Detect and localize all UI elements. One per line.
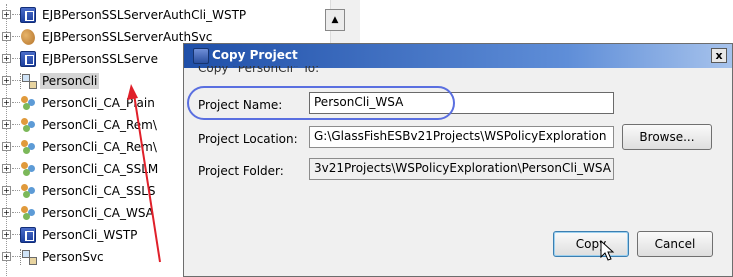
project-location-input[interactable]: G:\GlassFishESBv21Projects\WSPolicyExplo… [309, 126, 614, 148]
expand-icon[interactable]: + [2, 230, 11, 239]
expand-icon[interactable]: + [2, 32, 11, 41]
project-folder-field: 3v21Projects\WSPolicyExploration\PersonC… [309, 158, 614, 180]
web-app-icon [20, 249, 37, 265]
tree-item-label: PersonSvc [42, 250, 104, 264]
project-folder-label: Project Folder: [198, 164, 284, 178]
tree-connector [12, 124, 20, 125]
cancel-button[interactable]: Cancel [637, 231, 713, 257]
tree-connector [12, 146, 20, 147]
tree-connector [12, 58, 20, 59]
expand-icon[interactable]: + [2, 98, 11, 107]
tree-item-label: PersonCli_CA_Plain [42, 96, 155, 110]
expand-icon[interactable]: + [2, 164, 11, 173]
tree-connector [12, 190, 20, 191]
browse-button[interactable]: Browse... [622, 124, 712, 150]
tree-item-label: EJBPersonSSLServe [42, 52, 159, 66]
expand-icon[interactable]: + [2, 54, 11, 63]
composite-app-icon [20, 95, 36, 111]
copy-project-dialog: Copy Project x Copy "PersonCli" To: Proj… [183, 43, 733, 277]
composite-app-icon [20, 117, 36, 133]
tree-connector [12, 168, 20, 169]
web-app-icon [20, 73, 37, 89]
ejb-bean-icon [18, 27, 38, 47]
expand-icon[interactable]: + [2, 186, 11, 195]
tree-connector [12, 36, 20, 37]
scroll-up-icon[interactable]: ▲ [325, 9, 345, 31]
copy-button[interactable]: Copy [553, 231, 629, 257]
dialog-titlebar[interactable]: Copy Project x [184, 44, 732, 68]
tree-connector [12, 212, 20, 213]
expand-icon[interactable]: + [2, 252, 11, 261]
composite-app-icon [20, 183, 36, 199]
close-button[interactable]: x [711, 48, 727, 63]
tree-connector [12, 256, 20, 257]
expand-icon[interactable]: + [2, 10, 11, 19]
project-name-label: Project Name: [198, 98, 283, 112]
tree-connector [12, 234, 20, 235]
tree-item-label: PersonCli_CA_Rem\ [42, 140, 157, 154]
tree-item-label: PersonCli_CA_WSA [42, 206, 154, 220]
expand-icon[interactable]: + [2, 120, 11, 129]
tree-item-label: PersonCli [40, 73, 100, 89]
tree-item-label: PersonCli_CA_SSLM [42, 162, 159, 176]
dialog-title: Copy Project [212, 48, 298, 62]
composite-app-icon [20, 205, 36, 221]
project-name-input[interactable]: PersonCli_WSA [309, 92, 614, 114]
tree-item[interactable]: + EJBPersonSSLServerAuthCli_WSTP [0, 4, 330, 26]
tree-connector [12, 102, 20, 103]
tree-item-label: PersonCli_CA_SSLS [42, 184, 156, 198]
dialog-subtitle-text: Copy "PersonCli" To: [198, 66, 320, 75]
expand-icon[interactable]: + [2, 76, 11, 85]
tree-connector [12, 80, 20, 81]
expand-icon[interactable]: + [2, 142, 11, 151]
tree-item-label: PersonCli_WSTP [42, 228, 138, 242]
project-icon [20, 227, 36, 243]
tree-connector [12, 14, 20, 15]
project-location-label: Project Location: [198, 132, 298, 146]
composite-app-icon [20, 139, 36, 155]
java-project-icon [193, 48, 209, 64]
tree-item-label: EJBPersonSSLServerAuthCli_WSTP [42, 8, 247, 22]
project-icon [20, 51, 36, 67]
project-icon [20, 7, 36, 23]
expand-icon[interactable]: + [2, 208, 11, 217]
dialog-subtitle: Copy "PersonCli" To: [198, 66, 319, 80]
tree-item-label: PersonCli_CA_Rem\ [42, 118, 157, 132]
composite-app-icon [20, 161, 36, 177]
